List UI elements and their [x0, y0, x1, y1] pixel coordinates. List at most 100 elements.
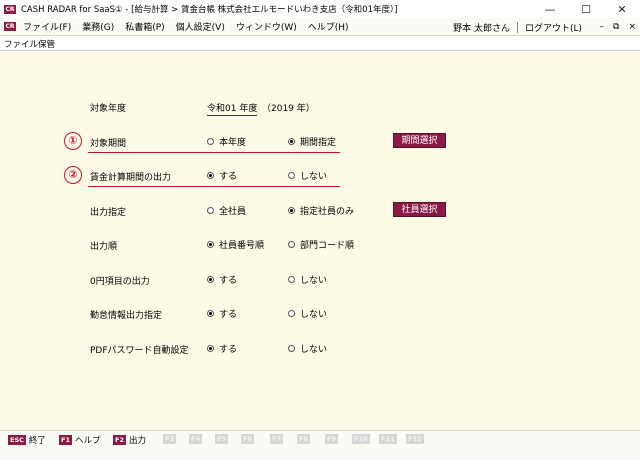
- radio-icon: [288, 276, 295, 283]
- pdf-password-yes-radio[interactable]: する: [207, 342, 237, 355]
- target-year-value[interactable]: 令和01 年度: [207, 101, 258, 116]
- menu-window[interactable]: ウィンドウ(W): [236, 20, 297, 33]
- radio-icon: [207, 207, 214, 214]
- menu-mailbox[interactable]: 私書箱(P): [125, 20, 164, 33]
- fkey-badge: F3: [163, 434, 176, 444]
- row-zero-items: 0円項目の出力 する しない: [0, 271, 640, 289]
- output-target-label: 出力指定: [90, 208, 127, 218]
- radio-label: しない: [300, 172, 328, 182]
- annotation-underline-2: [88, 186, 340, 187]
- fkey-f12: F12: [406, 434, 424, 444]
- fkey-badge: F8: [297, 434, 310, 444]
- output-order-label: 出力順: [90, 242, 118, 252]
- fkey-f8: F8: [297, 434, 310, 444]
- wage-period-yes-radio[interactable]: する: [207, 169, 237, 182]
- fkey-badge: F9: [325, 434, 338, 444]
- output-all-employees-radio[interactable]: 全社員: [207, 204, 246, 217]
- attendance-no-radio[interactable]: しない: [288, 307, 327, 320]
- mdi-close-icon[interactable]: ×: [628, 22, 636, 32]
- target-year-western: （2019 年）: [262, 104, 315, 114]
- page-title-strip: ファイル保管: [0, 37, 640, 51]
- fkey-f4: F4: [189, 434, 202, 444]
- page-title: ファイル保管: [4, 40, 56, 50]
- employee-select-button[interactable]: 社員選択: [393, 202, 446, 217]
- radio-selected-icon: [207, 241, 214, 248]
- target-year-label: 対象年度: [90, 104, 127, 114]
- fkey-badge: F1: [59, 435, 72, 445]
- target-period-label: 対象期間: [90, 139, 127, 149]
- mdi-minimize-icon[interactable]: –: [600, 22, 605, 32]
- menu-logo-icon: CR: [4, 22, 16, 31]
- title-bar: CR CASH RADAR for SaaS① - [給与計算 > 賃金台帳 株…: [0, 0, 640, 18]
- pdf-password-label: PDFパスワード自動設定: [90, 346, 189, 356]
- order-employee-number-radio[interactable]: 社員番号順: [207, 238, 264, 251]
- radio-label: 全社員: [219, 207, 247, 217]
- output-selected-employees-radio[interactable]: 指定社員のみ: [288, 204, 354, 217]
- attendance-label: 勤怠情報出力指定: [90, 311, 163, 321]
- menu-business[interactable]: 業務(G): [82, 20, 114, 33]
- fkey-f7: F7: [270, 434, 283, 444]
- zero-items-label: 0円項目の出力: [90, 277, 150, 287]
- fkey-f5: F5: [215, 434, 228, 444]
- row-output-target: 出力指定 全社員 指定社員のみ 社員選択: [0, 202, 640, 220]
- menu-file[interactable]: ファイル(F): [23, 20, 71, 33]
- fkey-f2[interactable]: F2 出力: [113, 434, 146, 446]
- fkey-badge: F10: [352, 434, 370, 444]
- row-target-period: 対象期間 本年度 期間指定 期間選択: [0, 133, 640, 151]
- row-wage-period: 賃金計算期間の出力 する しない: [0, 167, 640, 185]
- radio-selected-icon: [207, 310, 214, 317]
- radio-selected-icon: [207, 276, 214, 283]
- target-period-specified-radio[interactable]: 期間指定: [288, 135, 336, 148]
- maximize-icon[interactable]: ☐: [568, 0, 604, 18]
- radio-selected-icon: [288, 138, 295, 145]
- mdi-controls: – ⧉ ×: [600, 18, 636, 36]
- radio-label: 本年度: [219, 138, 247, 148]
- window-title: CASH RADAR for SaaS① - [給与計算 > 賃金台帳 株式会社…: [21, 5, 398, 15]
- radio-icon: [288, 310, 295, 317]
- annotation-underline-1: [88, 152, 340, 153]
- attendance-yes-radio[interactable]: する: [207, 307, 237, 320]
- period-select-button[interactable]: 期間選択: [393, 133, 446, 148]
- radio-label: 社員番号順: [219, 241, 265, 251]
- fkey-label: ヘルプ: [74, 436, 101, 446]
- menu-personal-settings[interactable]: 個人設定(V): [176, 20, 225, 33]
- row-output-order: 出力順 社員番号順 部門コード順: [0, 236, 640, 254]
- radio-label: 部門コード順: [300, 241, 355, 251]
- menu-bar: CR ファイル(F) 業務(G) 私書箱(P) 個人設定(V) ウィンドウ(W)…: [0, 18, 640, 36]
- fkey-f11: F11: [379, 434, 397, 444]
- pdf-password-no-radio[interactable]: しない: [288, 342, 327, 355]
- fkey-badge: F11: [379, 434, 397, 444]
- user-area: 野本 太郎さん ログアウト(L): [453, 18, 582, 36]
- radio-label: する: [219, 310, 238, 320]
- radio-label: する: [219, 172, 238, 182]
- fkey-f1[interactable]: F1 ヘルプ: [59, 434, 100, 446]
- wage-period-no-radio[interactable]: しない: [288, 169, 327, 182]
- radio-icon: [288, 345, 295, 352]
- zero-items-yes-radio[interactable]: する: [207, 273, 237, 286]
- menu-help[interactable]: ヘルプ(H): [308, 20, 349, 33]
- window-controls: — ☐ ✕: [532, 0, 640, 18]
- radio-icon: [288, 172, 295, 179]
- row-attendance: 勤怠情報出力指定 する しない: [0, 305, 640, 323]
- row-pdf-password: PDFパスワード自動設定 する しない: [0, 340, 640, 358]
- fkey-badge: F12: [406, 434, 424, 444]
- target-period-this-year-radio[interactable]: 本年度: [207, 135, 246, 148]
- fkey-f3: F3: [163, 434, 176, 444]
- radio-selected-icon: [207, 345, 214, 352]
- zero-items-no-radio[interactable]: しない: [288, 273, 327, 286]
- order-department-code-radio[interactable]: 部門コード順: [288, 238, 354, 251]
- radio-label: する: [219, 276, 238, 286]
- radio-icon: [207, 138, 214, 145]
- radio-label: 期間指定: [300, 138, 337, 148]
- mdi-restore-icon[interactable]: ⧉: [613, 22, 619, 32]
- radio-label: しない: [300, 276, 328, 286]
- close-icon[interactable]: ✕: [604, 0, 640, 18]
- logout-link[interactable]: ログアウト(L): [525, 21, 582, 34]
- fkey-badge: F5: [215, 434, 228, 444]
- fkey-badge: F2: [113, 435, 126, 445]
- fkey-esc[interactable]: ESC 終了: [8, 434, 46, 446]
- radio-label: する: [219, 345, 238, 355]
- minimize-icon[interactable]: —: [532, 0, 568, 18]
- fkey-f9: F9: [325, 434, 338, 444]
- fkey-f6: F6: [241, 434, 254, 444]
